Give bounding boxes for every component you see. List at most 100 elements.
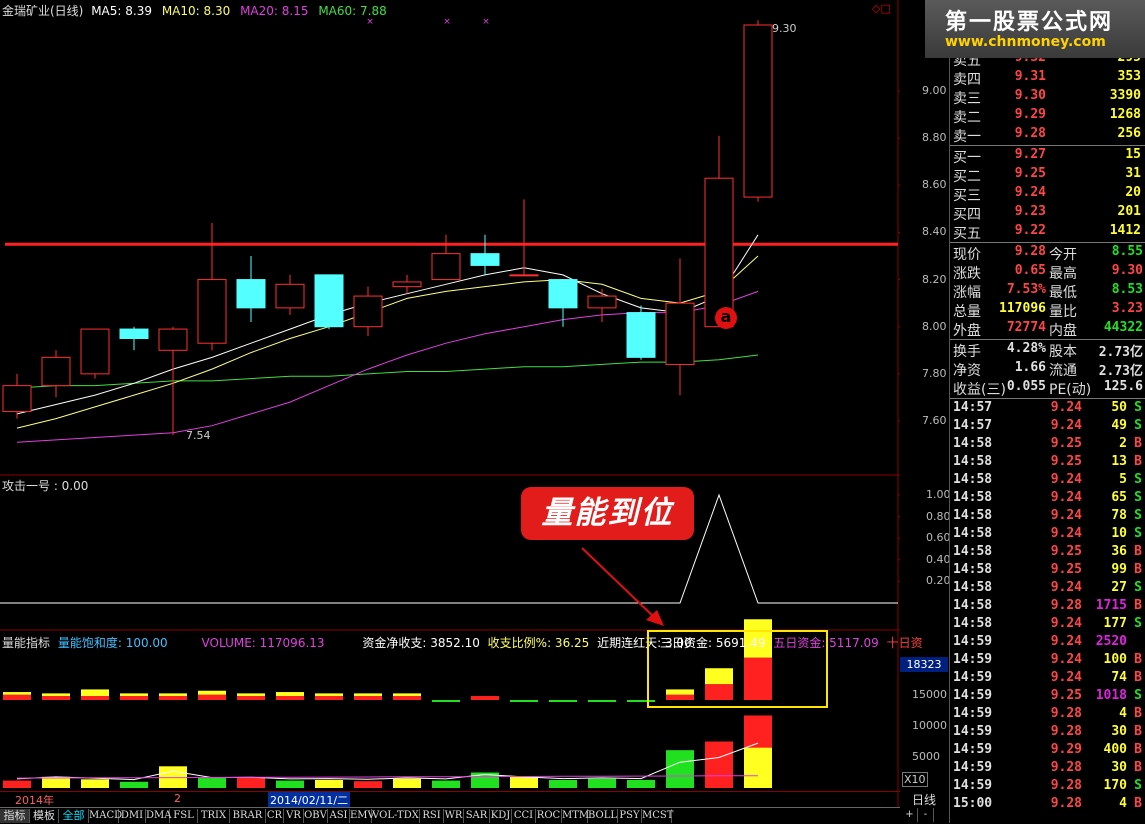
trade-row: 14:58 9.25 36 B	[950, 544, 1145, 562]
trade-row: 15:00 9.28 4 B	[950, 796, 1145, 814]
trade-row: 14:59 9.24 2520	[950, 634, 1145, 652]
tab-dma[interactable]: DMA	[146, 809, 171, 823]
trade-side: S	[1134, 526, 1142, 541]
trade-side: B	[1134, 652, 1142, 667]
tab-模板[interactable]: 模板	[30, 809, 59, 823]
candle-body	[197, 279, 227, 344]
chart-menu-icon[interactable]: ◇□	[872, 2, 891, 15]
volume-bar	[705, 741, 733, 788]
tab-vr[interactable]: VR	[284, 809, 304, 823]
sell-volume: 353	[1117, 69, 1141, 84]
trade-volume: 10	[1111, 526, 1127, 541]
candle-body	[743, 24, 773, 198]
buy-price: 9.27	[1014, 147, 1046, 162]
trade-side: S	[1134, 472, 1142, 487]
trade-row: 14:59 9.28 4 B	[950, 706, 1145, 724]
volume-bar	[198, 778, 226, 788]
tab-macd[interactable]: MACD	[89, 809, 122, 823]
capital-flow-bar	[549, 700, 577, 702]
quote-label-2: 流通	[1049, 363, 1077, 379]
candle-body	[548, 279, 578, 309]
tab-brar[interactable]: BRAR	[230, 809, 266, 823]
tab-asi[interactable]: ASI	[328, 809, 350, 823]
tab-boll[interactable]: BOLL	[588, 809, 618, 823]
net-funds-label: 资金净收支: 3852.10	[362, 636, 480, 650]
tab-psy[interactable]: PSY	[618, 809, 642, 823]
signal-cross: ×	[482, 17, 490, 27]
buy-row: 买三 9.24 20	[950, 185, 1145, 204]
trade-price: 9.28	[1050, 724, 1082, 739]
trade-price: 9.24	[1050, 652, 1082, 667]
trade-price: 9.29	[1050, 742, 1082, 757]
candle-body	[119, 328, 149, 340]
trade-price: 9.25	[1050, 562, 1082, 577]
sell-volume: 256	[1117, 126, 1141, 141]
tab-rsi[interactable]: RSI	[420, 809, 444, 823]
tab-指标[interactable]: 指标	[0, 809, 30, 823]
sell-label: 卖二	[953, 110, 981, 126]
tab-obv[interactable]: OBV	[304, 809, 328, 823]
tab-emv[interactable]: EMV	[350, 809, 375, 823]
trade-row: 14:59 9.24 100 B	[950, 652, 1145, 670]
chart-title: 金瑞矿业(日线)	[2, 4, 84, 18]
volume-bar	[627, 779, 655, 788]
capital-flow-bar-top	[237, 693, 265, 697]
zoom-in-button[interactable]: +	[902, 808, 918, 822]
tab-cr[interactable]: CR	[266, 809, 284, 823]
tab-dmi[interactable]: DMI	[119, 809, 146, 823]
quote-value-2: 2.73亿	[1098, 364, 1143, 379]
zoom-out-button[interactable]: -	[918, 808, 934, 822]
tab-vol-tdx[interactable]: VOL-TDX	[372, 809, 420, 823]
trade-time: 14:59	[953, 724, 993, 739]
tab-全部[interactable]: 全部	[59, 809, 89, 823]
candle-body	[470, 253, 500, 266]
quote-row: 总量 117096 量比 3.23	[950, 301, 1145, 320]
trade-time: 14:58	[953, 508, 993, 523]
quote-label-2: 股本	[1049, 344, 1077, 360]
tab-trix[interactable]: TRIX	[198, 809, 230, 823]
tab-wr[interactable]: WR	[444, 809, 464, 823]
tab-roc[interactable]: ROC	[536, 809, 562, 823]
tab-sar[interactable]: SAR	[464, 809, 490, 823]
buy-price: 9.25	[1014, 166, 1046, 181]
logo-url: www.chnmoney.com	[945, 34, 1106, 50]
quote-value-2: 8.53	[1111, 282, 1143, 297]
trade-time: 14:57	[953, 418, 993, 433]
trade-side: S	[1134, 616, 1142, 631]
tab-fsl[interactable]: FSL	[170, 809, 198, 823]
trade-time: 15:00	[953, 796, 993, 811]
trade-price: 9.24	[1050, 418, 1082, 433]
logo-title: 第一股票公式网	[945, 10, 1114, 35]
tab-mcst[interactable]: MCST	[642, 809, 673, 823]
tab-mtm[interactable]: MTM	[562, 809, 589, 823]
volume-bar-highlight	[744, 747, 772, 788]
tab-cci[interactable]: CCI	[512, 809, 536, 823]
trade-side: B	[1134, 562, 1142, 577]
quote-row: 换手 4.28% 股本 2.73亿	[950, 341, 1145, 360]
trade-price: 9.28	[1050, 796, 1082, 811]
trade-price: 9.24	[1050, 526, 1082, 541]
buy-volume: 201	[1117, 204, 1141, 219]
ind1-tick-label: 0.20	[926, 574, 951, 588]
period-label[interactable]: 日线	[912, 791, 936, 808]
low-price-label: 7.54	[186, 429, 211, 442]
tab-kdj[interactable]: KDJ	[490, 809, 512, 823]
trade-price: 9.24	[1050, 634, 1082, 649]
trade-row: 14:58 9.25 99 B	[950, 562, 1145, 580]
trade-time: 14:58	[953, 562, 993, 577]
quote-label-2: 最高	[1049, 266, 1077, 282]
quote-row: 涨跌 0.65 最高 9.30	[950, 263, 1145, 282]
quote-row: 收益(三) 0.055 PE(动) 125.6	[950, 379, 1145, 398]
buy-price: 9.23	[1014, 204, 1046, 219]
trade-volume: 65	[1111, 490, 1127, 505]
trade-price: 9.28	[1050, 778, 1082, 793]
candle-body	[626, 312, 656, 358]
timeline-date[interactable]: 2014/02/11/二	[268, 792, 351, 808]
trade-row: 14:59 9.28 30 B	[950, 760, 1145, 778]
buy-label: 买二	[953, 169, 981, 185]
trade-volume: 74	[1111, 670, 1127, 685]
price-tick-label: 8.00	[922, 319, 947, 333]
trade-row: 14:59 9.28 30 B	[950, 724, 1145, 742]
trade-row: 14:58 9.24 5 S	[950, 472, 1145, 490]
buy-price: 9.22	[1014, 223, 1046, 238]
